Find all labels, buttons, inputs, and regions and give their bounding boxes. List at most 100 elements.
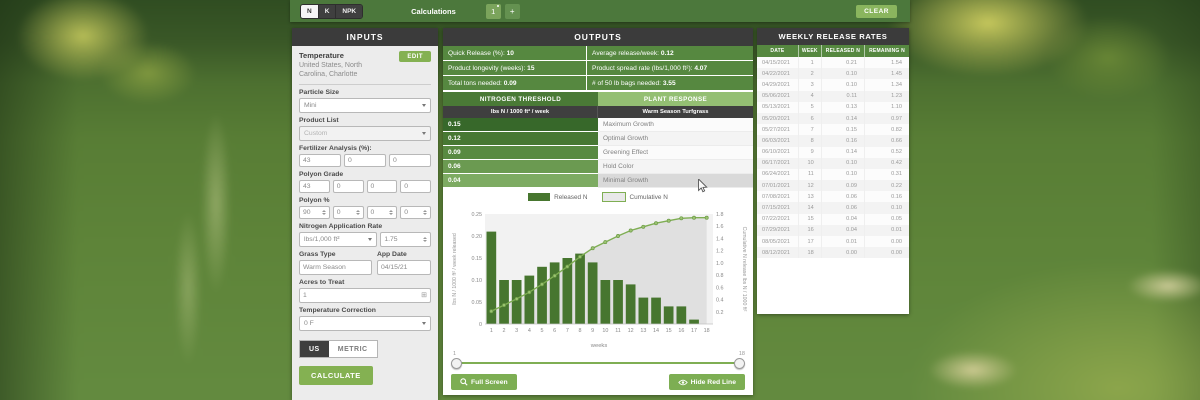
bar-week-4[interactable] [525, 276, 535, 324]
nutrient-button-npk[interactable]: NPK [336, 5, 362, 18]
released-n-cell: 0.09 [821, 180, 864, 191]
marker-week-18[interactable] [705, 216, 708, 219]
marker-week-12[interactable] [629, 229, 632, 232]
nutrient-button-n[interactable]: N [301, 5, 319, 18]
release-chart[interactable]: 00.050.100.150.200.250.20.40.60.81.01.21… [449, 202, 747, 352]
bar-week-12[interactable] [626, 284, 636, 324]
marker-week-8[interactable] [578, 255, 581, 258]
bar-week-13[interactable] [639, 298, 649, 324]
marker-week-13[interactable] [642, 225, 645, 228]
marker-week-14[interactable] [654, 222, 657, 225]
bar-week-14[interactable] [651, 298, 661, 324]
marker-week-15[interactable] [667, 219, 670, 222]
bar-week-6[interactable] [550, 262, 560, 324]
stepper-icon[interactable] [423, 210, 427, 216]
svg-text:4: 4 [528, 328, 531, 334]
marker-week-7[interactable] [566, 265, 569, 268]
marker-week-11[interactable] [616, 234, 619, 237]
output-stats: Quick Release (%): 10Average release/wee… [443, 46, 753, 90]
nutrient-button-k[interactable]: K [319, 5, 337, 18]
marker-week-17[interactable] [692, 216, 695, 219]
add-tab-button[interactable]: + [505, 4, 520, 19]
calculator-icon[interactable]: ⊞ [421, 292, 427, 299]
bar-week-16[interactable] [677, 306, 687, 324]
bar-week-2[interactable] [499, 280, 509, 324]
released-n-cell: 0.14 [821, 113, 864, 124]
us-units-button[interactable]: US [300, 341, 329, 357]
remaining-n-cell: 0.10 [865, 202, 909, 213]
marker-week-9[interactable] [591, 247, 594, 250]
fertilizer-analysis-input-0[interactable]: 43 [299, 154, 341, 167]
legend-cumulative-n: Cumulative N [602, 192, 668, 202]
edit-temperature-button[interactable]: EDIT [399, 51, 431, 62]
metric-units-button[interactable]: METRIC [329, 341, 377, 357]
acres-label: Acres to Treat [299, 279, 431, 286]
calculate-button[interactable]: CALCULATE [299, 366, 373, 385]
marker-week-2[interactable] [502, 304, 505, 307]
released-n-cell: 0.04 [821, 225, 864, 236]
released-n-cell: 0.10 [821, 68, 864, 79]
released-n-cell: 0.10 [821, 79, 864, 90]
marker-week-5[interactable] [540, 283, 543, 286]
table-row: 07/29/2021160.040.01 [757, 225, 909, 236]
bar-week-9[interactable] [588, 262, 598, 324]
plant-response-row[interactable]: Optimal Growth [598, 132, 753, 146]
full-screen-button[interactable]: Full Screen [451, 374, 517, 390]
fertilizer-analysis-input-1[interactable]: 0 [344, 154, 386, 167]
bar-week-11[interactable] [613, 280, 623, 324]
marker-week-10[interactable] [604, 241, 607, 244]
stepper-icon[interactable] [356, 210, 360, 216]
nitrogen-rate-input[interactable]: 1.75 [380, 232, 431, 247]
marker-week-1[interactable] [490, 310, 493, 313]
stepper-icon[interactable] [322, 210, 326, 216]
svg-text:3: 3 [515, 328, 518, 334]
slider-track[interactable] [455, 362, 741, 364]
acres-input[interactable]: 1 ⊞ [299, 288, 431, 303]
remaining-n-cell: 1.23 [865, 91, 909, 102]
stat-value: 4.07 [694, 65, 707, 72]
plant-response-row[interactable]: Maximum Growth [598, 118, 753, 132]
nitrogen-rate-unit-select[interactable]: lbs/1,000 ft² [299, 232, 377, 247]
slider-handle-left[interactable] [451, 358, 462, 369]
bar-week-10[interactable] [601, 280, 611, 324]
plant-response-row[interactable]: Hold Color [598, 160, 753, 174]
plant-response-row[interactable]: Minimal Growth [598, 174, 753, 188]
week-cell: 14 [798, 202, 821, 213]
remaining-n-cell: 0.66 [865, 135, 909, 146]
polyon-pct-input-1[interactable]: 0 [333, 206, 364, 219]
hide-red-line-button[interactable]: Hide Red Line [669, 374, 745, 390]
polyon-pct-input-3[interactable]: 0 [400, 206, 431, 219]
stepper-icon[interactable] [423, 237, 427, 243]
week-range-slider[interactable]: 1 18 [451, 352, 745, 369]
svg-text:1.6: 1.6 [716, 224, 724, 230]
bar-week-3[interactable] [512, 280, 522, 324]
temp-correction-select[interactable]: 0 F [299, 316, 431, 331]
weekly-release-table: DATEWEEKRELEASED NREMAINING N 04/15/2021… [757, 45, 909, 258]
app-date-input[interactable]: 04/15/21 [377, 260, 431, 275]
polyon-grade-input-3[interactable]: 0 [400, 180, 431, 193]
polyon-grade-input-0[interactable]: 43 [299, 180, 330, 193]
released-n-cell: 0.15 [821, 124, 864, 135]
marker-week-4[interactable] [528, 291, 531, 294]
bar-week-15[interactable] [664, 306, 674, 324]
clear-button[interactable]: CLEAR [856, 5, 897, 18]
calculation-tab-1[interactable]: 1 [486, 4, 501, 19]
bar-week-8[interactable] [575, 254, 585, 324]
released-n-cell: 0.06 [821, 202, 864, 213]
marker-week-3[interactable] [515, 297, 518, 300]
stepper-icon[interactable] [389, 210, 393, 216]
plant-response-row[interactable]: Greening Effect [598, 146, 753, 160]
polyon-grade-input-1[interactable]: 0 [333, 180, 364, 193]
polyon-grade-input-2[interactable]: 0 [367, 180, 398, 193]
product-list-select[interactable]: Custom [299, 126, 431, 141]
grass-type-input[interactable]: Warm Season [299, 260, 372, 275]
fertilizer-analysis-input-2[interactable]: 0 [389, 154, 431, 167]
polyon-pct-input-2[interactable]: 0 [367, 206, 398, 219]
slider-handle-right[interactable] [734, 358, 745, 369]
bar-week-5[interactable] [537, 267, 547, 324]
bar-week-17[interactable] [689, 320, 699, 324]
polyon-pct-input-0[interactable]: 90 [299, 206, 330, 219]
particle-size-select[interactable]: Mini [299, 98, 431, 113]
marker-week-6[interactable] [553, 274, 556, 277]
marker-week-16[interactable] [680, 217, 683, 220]
